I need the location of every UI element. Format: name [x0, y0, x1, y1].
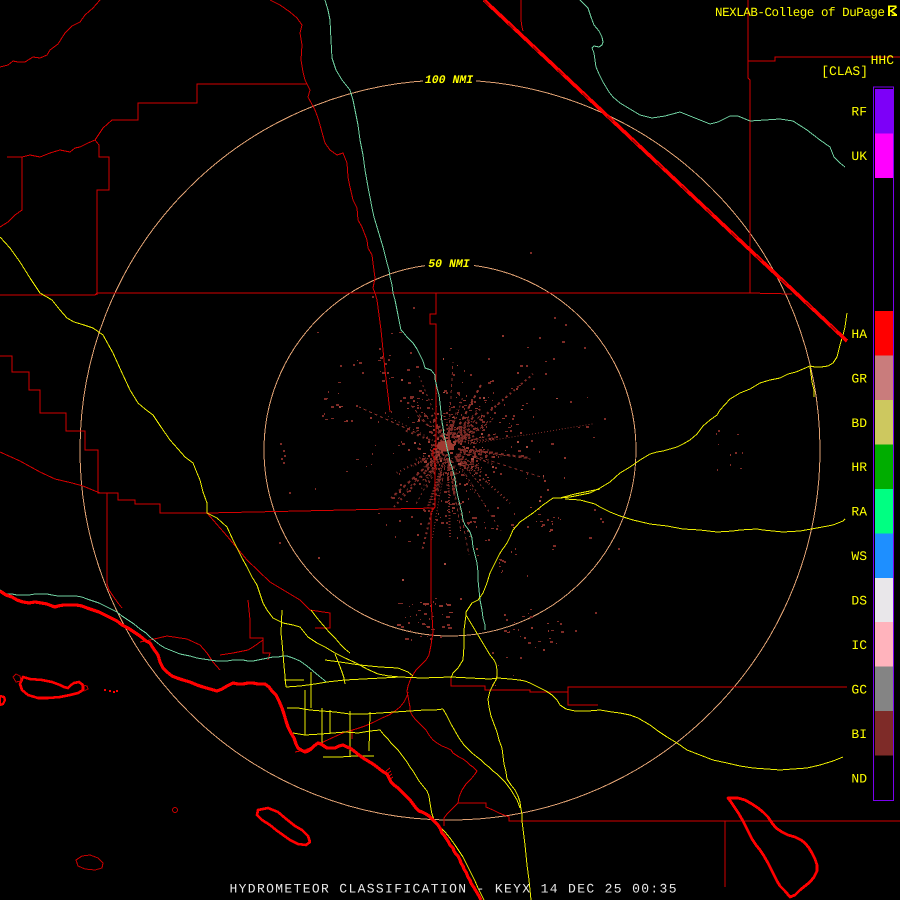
- svg-text:HA: HA: [851, 327, 867, 342]
- svg-text:IC: IC: [851, 638, 867, 653]
- svg-text:ND: ND: [851, 771, 867, 786]
- svg-text:100 NMI: 100 NMI: [425, 74, 473, 87]
- svg-text:BD: BD: [851, 416, 867, 431]
- svg-text:50 NMI: 50 NMI: [428, 258, 470, 271]
- svg-text:NEXLAB-College of DuPage: NEXLAB-College of DuPage: [715, 6, 885, 20]
- svg-text:UK: UK: [851, 149, 867, 164]
- svg-text:[CLAS]: [CLAS]: [821, 64, 868, 79]
- svg-text:DS: DS: [851, 594, 867, 609]
- svg-text:BI: BI: [851, 727, 867, 742]
- svg-text:WS: WS: [851, 549, 867, 564]
- svg-text:RF: RF: [851, 105, 867, 120]
- svg-text:GR: GR: [851, 371, 867, 386]
- svg-text:GC: GC: [851, 682, 867, 697]
- svg-text:HR: HR: [851, 460, 867, 475]
- svg-text:HYDROMETEOR CLASSIFICATION - K: HYDROMETEOR CLASSIFICATION - KEYX 14 DEC…: [230, 882, 677, 897]
- svg-text:RA: RA: [851, 505, 867, 520]
- svg-text:HHC: HHC: [871, 53, 895, 68]
